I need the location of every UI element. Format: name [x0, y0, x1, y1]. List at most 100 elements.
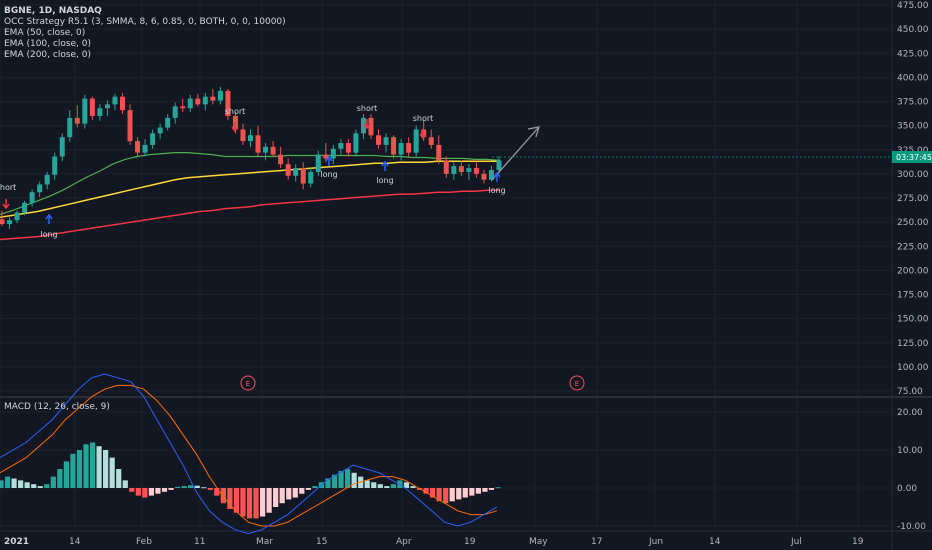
macd-label[interactable]: MACD (12, 26, close, 9) [4, 402, 110, 413]
candle-body [150, 133, 156, 145]
long-signal-label[interactable]: long [488, 186, 505, 195]
price-tick-label: 100.00 [897, 363, 929, 373]
macd-histogram-bar [312, 486, 318, 488]
long-signal-label[interactable]: long [376, 176, 393, 185]
short-signal-label[interactable]: short [357, 104, 378, 113]
candle-body [443, 160, 449, 174]
candle-body [451, 166, 457, 174]
candle-body [89, 98, 95, 116]
macd-tick-label: -10.00 [897, 522, 926, 532]
time-tick-label: Mar [256, 537, 273, 547]
candle-body [391, 137, 397, 155]
macd-histogram-bar [161, 488, 168, 492]
candle-body [240, 129, 246, 142]
candle-body [157, 127, 163, 134]
macd-histogram-bar [168, 488, 174, 490]
time-tick-label: 17 [591, 537, 602, 547]
time-tick-label: 2021 [4, 537, 29, 547]
price-tick-label: 150.00 [897, 315, 929, 325]
candle-body [0, 219, 5, 225]
candle-body [496, 160, 502, 171]
macd-histogram-bar [273, 488, 279, 507]
macd-histogram-bar [475, 488, 481, 494]
candle-body [376, 135, 382, 145]
macd-histogram-bar [18, 480, 24, 488]
candle-body [481, 173, 487, 180]
macd-histogram-bar [24, 482, 30, 488]
candle-body [52, 156, 58, 175]
macd-histogram-bar [194, 485, 200, 488]
macd-histogram-bar [201, 487, 207, 489]
candle-body [74, 117, 80, 124]
candle-body [59, 137, 65, 157]
macd-histogram-bar [377, 484, 383, 488]
macd-histogram-bar [70, 453, 76, 488]
price-tick-label: 450.00 [897, 25, 929, 35]
candle-body [37, 184, 43, 193]
candle-body [14, 212, 20, 221]
price-tick-label: 175.00 [897, 291, 929, 301]
candle-body [300, 168, 306, 184]
macd-histogram-bar [364, 480, 370, 488]
long-signal-label[interactable]: long [40, 230, 57, 239]
macd-tick-label: 20.00 [897, 408, 923, 418]
candle-body [248, 135, 253, 142]
candle-body [270, 146, 276, 155]
long-signal-label[interactable]: long [320, 170, 337, 179]
candle-body [413, 129, 419, 153]
candle-body [135, 141, 141, 153]
candle-body [466, 168, 472, 172]
macd-legend: MACD (12, 26, close, 9) [4, 402, 110, 413]
macd-histogram-bar [482, 488, 488, 492]
time-tick-label: Apr [396, 537, 412, 547]
candle-body [29, 192, 35, 203]
candle-body [217, 90, 223, 101]
macd-histogram-bar [253, 488, 259, 519]
macd-histogram-bar [44, 484, 50, 488]
macd-histogram-bar [63, 461, 69, 488]
time-tick-label: Feb [136, 537, 152, 547]
price-tick-label: 125.00 [897, 339, 929, 349]
price-tick-label: 200.00 [897, 266, 929, 276]
indicator-ema100[interactable]: EMA (100, close, 0) [4, 39, 286, 50]
candle-body [263, 146, 269, 153]
macd-histogram-bar [11, 478, 17, 488]
candle-body [293, 168, 299, 176]
time-tick-label: 19 [464, 537, 476, 547]
macd-histogram-bar [174, 486, 181, 488]
macd-histogram-bar [4, 476, 11, 488]
indicator-ema50[interactable]: EMA (50, close, 0) [4, 28, 286, 39]
candle-body [330, 148, 336, 159]
price-tick-label: 275.00 [897, 194, 929, 204]
indicator-ema200[interactable]: EMA (200, close, 0) [4, 50, 286, 61]
candle-body [187, 98, 193, 109]
short-signal-label[interactable]: short [0, 183, 16, 192]
macd-histogram-bar [371, 482, 377, 488]
macd-histogram-bar [129, 488, 135, 492]
candle-body [82, 98, 88, 124]
earnings-marker[interactable]: E [569, 375, 585, 391]
earnings-marker[interactable]: E [240, 375, 256, 391]
price-tick-label: 300.00 [897, 170, 929, 180]
macd-histogram-bar [384, 486, 390, 488]
candle-body [308, 171, 314, 184]
price-tick-label: 400.00 [897, 73, 929, 83]
macd-histogram-bar [259, 488, 266, 517]
macd-histogram-bar [83, 444, 89, 488]
short-signal-label[interactable]: short [413, 114, 434, 123]
macd-histogram-bar [142, 488, 148, 498]
candle-body [112, 96, 118, 105]
candle-body [338, 142, 344, 149]
macd-histogram-bar [443, 488, 449, 504]
macd-histogram-bar [246, 488, 253, 519]
macd-histogram-bar [135, 488, 141, 496]
time-tick-label: 14 [69, 537, 81, 547]
indicator-occ[interactable]: OCC Strategy R5.1 (3, SMMA, 8, 6, 0.85, … [4, 17, 286, 28]
candle-body [172, 106, 178, 118]
candle-body [255, 135, 261, 153]
chart-canvas[interactable]: 475.00450.00425.00400.00375.00350.00325.… [0, 0, 932, 550]
short-signal-label[interactable]: short [225, 107, 246, 116]
time-tick-label: 19 [852, 537, 864, 547]
macd-histogram-bar [122, 480, 128, 488]
macd-histogram-bar [279, 488, 285, 504]
